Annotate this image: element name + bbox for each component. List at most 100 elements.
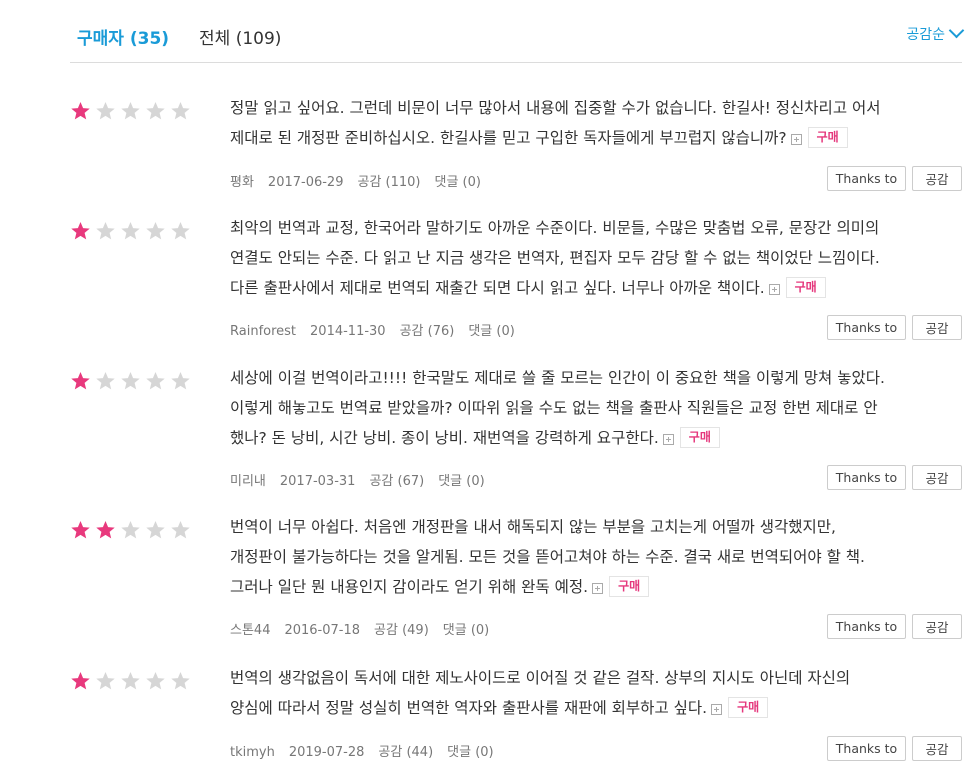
review-text-line: 양심에 따라서 정말 성실히 번역한 역자와 출판사를 재판에 회부하고 싶다.… [230,693,970,723]
review-comments[interactable]: 댓글 (0) [438,474,484,489]
rating-stars [70,221,195,243]
review-line-text: 개정판이 불가능하다는 것을 알게됨. 모든 것을 뜯어고쳐야 하는 수준. 결… [230,548,865,566]
review-meta: 스톤44 2016-07-18 공감 (49) 댓글 (0) [230,619,503,638]
sort-dropdown[interactable]: 공감순 [906,22,965,44]
expand-icon[interactable] [790,134,802,145]
review-date: 2019-07-28 [288,745,365,760]
review-text-line: 다른 출판사에서 제대로 번역되 재출간 되면 다시 읽고 싶다. 너무나 아까… [230,273,970,303]
star-icon [145,671,170,693]
star-icon [95,101,120,123]
review-text-line: 했나? 돈 낭비, 시간 낭비. 종이 낭비. 재번역을 강력하게 요구한다. 구… [230,423,970,453]
star-icon [70,101,95,123]
review-text-line: 정말 읽고 싶어요. 그런데 비문이 너무 많아서 내용에 집중할 수가 없습니… [230,93,970,123]
purchase-badge: 구매 [785,277,826,298]
review-comments[interactable]: 댓글 (0) [447,745,493,760]
star-icon [170,101,195,123]
review-date: 2017-06-29 [267,175,344,190]
star-icon [170,520,195,542]
review-meta: Rainforest 2014-11-30 공감 (76) 댓글 (0) [230,320,529,339]
review-date: 2016-07-18 [284,623,361,638]
review-date: 2014-11-30 [310,324,386,339]
star-icon [120,520,145,542]
review-likes: 공감 (76) [399,324,455,339]
review-likes: 공감 (110) [357,175,421,190]
star-icon [95,520,120,542]
review-line-text: 정말 읽고 싶어요. 그런데 비문이 너무 많아서 내용에 집중할 수가 없습니… [230,99,881,117]
like-button[interactable]: 공감 [912,166,962,191]
review-line-text: 최악의 번역과 교정, 한국어라 말하기도 아까운 수준이다. 비문들, 수많은… [230,219,880,237]
thanks-to-button[interactable]: Thanks to [827,166,906,191]
review-text: 최악의 번역과 교정, 한국어라 말하기도 아까운 수준이다. 비문들, 수많은… [230,213,970,303]
review-text-line: 최악의 번역과 교정, 한국어라 말하기도 아까운 수준이다. 비문들, 수많은… [230,213,970,243]
chevron-down-icon [948,22,965,39]
review-text-line: 번역의 생각없음이 독서에 대한 제노사이드로 이어질 것 같은 걸작. 상부의… [230,663,970,693]
rating-stars [70,101,195,123]
review-likes: 공감 (49) [374,623,429,638]
star-icon [95,221,120,243]
thanks-to-button[interactable]: Thanks to [827,736,906,761]
review-line-text: 번역이 너무 아쉽다. 처음엔 개정판을 내서 해독되지 않는 부분을 고치는게… [230,518,836,536]
review-text-line: 세상에 이걸 번역이라고!!!! 한국말도 제대로 쓸 줄 모르는 인간이 이 … [230,363,970,393]
review-line-text: 다른 출판사에서 제대로 번역되 재출간 되면 다시 읽고 싶다. 너무나 아까… [230,279,765,297]
star-icon [145,371,170,393]
review-text-line: 번역이 너무 아쉽다. 처음엔 개정판을 내서 해독되지 않는 부분을 고치는게… [230,512,970,542]
star-icon [70,520,95,542]
thanks-to-button[interactable]: Thanks to [827,315,906,340]
star-icon [120,101,145,123]
review-line-text: 제대로 된 개정판 준비하십시오. 한길사를 믿고 구입한 독자들에게 부끄럽지… [230,129,787,147]
review-meta: tkimyh 2019-07-28 공감 (44) 댓글 (0) [230,741,508,760]
review-comments[interactable]: 댓글 (0) [435,175,481,190]
star-icon [170,221,195,243]
star-icon [170,671,195,693]
star-icon [95,371,120,393]
review-line-text: 번역의 생각없음이 독서에 대한 제노사이드로 이어질 것 같은 걸작. 상부의… [230,669,851,687]
tab-buyer-label: 구매자 [77,29,124,49]
review-author: 스톤44 [230,623,271,638]
review-date: 2017-03-31 [279,474,356,489]
tab-buyer-count: (35) [129,29,170,49]
like-button[interactable]: 공감 [912,736,962,761]
expand-icon[interactable] [592,583,604,594]
review-text-line: 제대로 된 개정판 준비하십시오. 한길사를 믿고 구입한 독자들에게 부끄럽지… [230,123,970,153]
tabs-divider [70,62,962,63]
review-line-text: 연결도 안되는 수준. 다 읽고 난 지금 생각은 번역자, 편집자 모두 감당… [230,249,880,267]
review-text-line: 연결도 안되는 수준. 다 읽고 난 지금 생각은 번역자, 편집자 모두 감당… [230,243,970,273]
star-icon [170,371,195,393]
review-line-text: 양심에 따라서 정말 성실히 번역한 역자와 출판사를 재판에 회부하고 싶다. [230,699,708,717]
star-icon [120,671,145,693]
like-button[interactable]: 공감 [912,465,962,490]
star-icon [70,371,95,393]
review-text: 번역이 너무 아쉽다. 처음엔 개정판을 내서 해독되지 않는 부분을 고치는게… [230,512,970,602]
star-icon [120,221,145,243]
review-author: tkimyh [230,745,275,760]
star-icon [70,221,95,243]
review-text: 세상에 이걸 번역이라고!!!! 한국말도 제대로 쓸 줄 모르는 인간이 이 … [230,363,970,453]
review-likes: 공감 (44) [378,745,434,760]
purchase-badge: 구매 [728,697,769,718]
review-author: 평화 [230,175,254,190]
purchase-badge: 구매 [679,427,720,448]
review-author: 미리내 [230,474,266,489]
review-meta: 평화 2017-06-29 공감 (110) 댓글 (0) [230,171,495,190]
expand-icon[interactable] [768,284,780,295]
review-line-text: 세상에 이걸 번역이라고!!!! 한국말도 제대로 쓸 줄 모르는 인간이 이 … [230,369,885,387]
review-text-line: 그러나 일단 뭔 내용인지 감이라도 얻기 위해 완독 예정. 구매 [230,572,970,602]
tab-buyer[interactable]: 구매자 (35) [77,24,169,49]
star-icon [120,371,145,393]
rating-stars [70,671,195,693]
tab-all[interactable]: 전체 (109) [199,24,281,49]
star-icon [145,520,170,542]
review-comments[interactable]: 댓글 (0) [443,623,489,638]
review-tabs: 구매자 (35) 전체 (109) 공감순 [0,0,972,63]
like-button[interactable]: 공감 [912,315,962,340]
thanks-to-button[interactable]: Thanks to [827,465,906,490]
thanks-to-button[interactable]: Thanks to [827,614,906,639]
tab-all-count: (109) [235,29,282,49]
star-icon [95,671,120,693]
expand-icon[interactable] [662,434,674,445]
expand-icon[interactable] [711,704,723,715]
review-comments[interactable]: 댓글 (0) [468,324,514,339]
like-button[interactable]: 공감 [912,614,962,639]
tab-all-label: 전체 [199,29,231,49]
review-text-line: 이렇게 해놓고도 번역료 받았을까? 이따위 읽을 수도 없는 책을 출판사 직… [230,393,970,423]
